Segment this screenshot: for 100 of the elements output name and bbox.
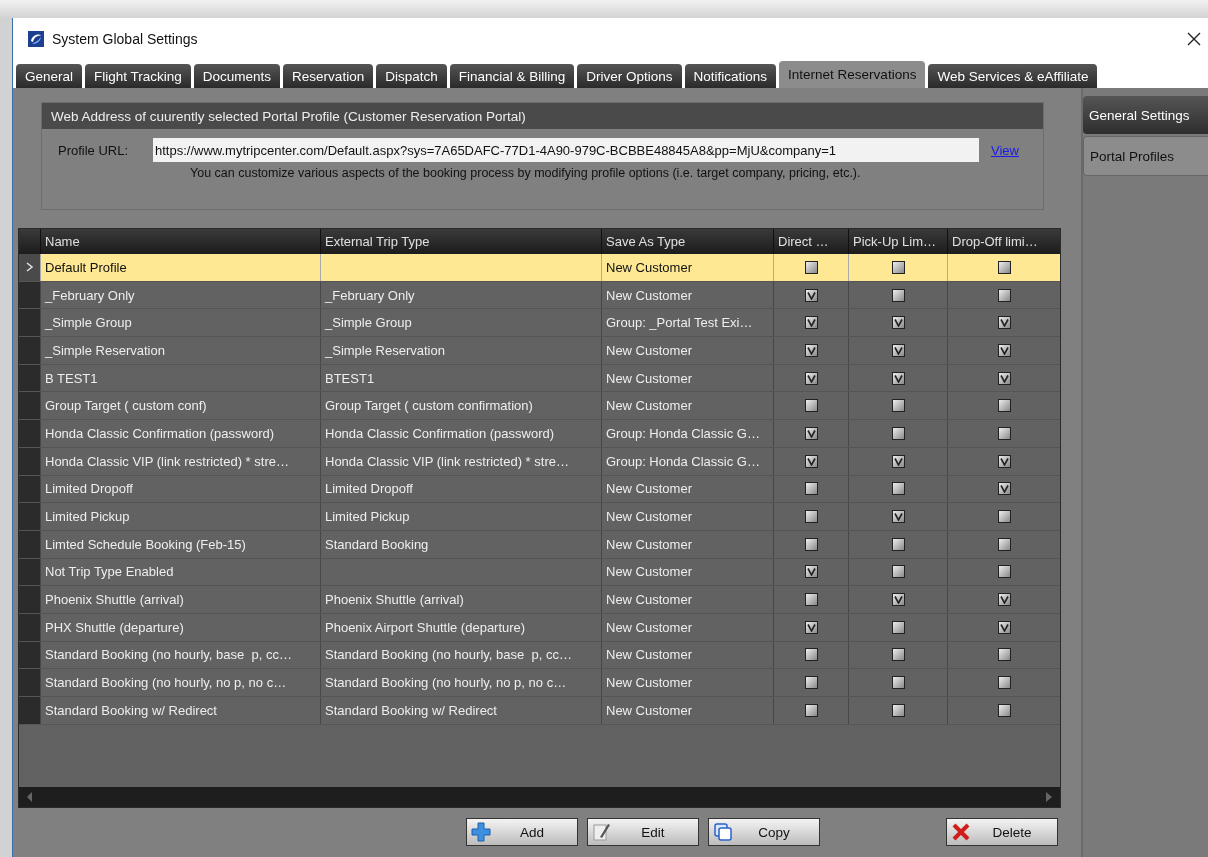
name-cell: _Simple Group (45, 315, 132, 331)
tab[interactable]: Web Services & eAffiliate (928, 64, 1098, 88)
checkbox[interactable] (891, 510, 905, 524)
scroll-left-icon[interactable] (27, 792, 33, 802)
checkbox[interactable] (997, 426, 1011, 440)
checkbox[interactable] (997, 703, 1011, 717)
copy-button[interactable]: Copy (708, 818, 820, 846)
table-row[interactable]: Standard Booking (no hourly, base p, cc… Standard Booking (no hourly, base p, cc… New Customer (19, 641, 1060, 670)
checkbox[interactable] (997, 510, 1011, 524)
checkbox[interactable] (891, 371, 905, 385)
checkbox[interactable] (891, 482, 905, 496)
checkbox[interactable] (804, 343, 818, 357)
checkbox[interactable] (997, 620, 1011, 634)
checkbox[interactable] (804, 648, 818, 662)
checkbox[interactable] (891, 593, 905, 607)
checkbox[interactable] (997, 343, 1011, 357)
table-row[interactable]: Phoenix Shuttle (arrival) Phoenix Shuttle (arrival) New Customer (19, 586, 1060, 614)
checkbox[interactable] (891, 288, 905, 302)
table-row[interactable]: Not Trip Type Enabled New Customer (19, 558, 1060, 587)
table-row[interactable]: _Simple Group _Simple Group Group: _Portal Test Exi… (19, 309, 1060, 338)
url-field[interactable]: https://www.mytripcenter.com/Default.aspx?sys=7A65DAFC-77D1-4A90-979C-BCBBE48845A8&pp=MjU&company=1 (153, 138, 979, 162)
save-type-cell: New Customer (606, 675, 692, 691)
checkbox[interactable] (804, 316, 818, 330)
checkbox[interactable] (804, 676, 818, 690)
side-tab[interactable]: General Settings (1083, 96, 1208, 134)
checkbox[interactable] (804, 371, 818, 385)
scroll-right-icon[interactable] (1046, 792, 1052, 802)
checkbox[interactable] (997, 288, 1011, 302)
checkbox[interactable] (804, 703, 818, 717)
save-type-cell: New Customer (606, 647, 692, 663)
name-cell: Honda Classic Confirmation (password) (45, 425, 275, 441)
table-row[interactable]: Standard Booking (no hourly, no p, no c… Standard Booking (no hourly, no p, no c… New Customer (19, 669, 1060, 697)
tab[interactable]: Internet Reservations (779, 61, 926, 88)
checkbox[interactable] (891, 703, 905, 717)
checkbox[interactable] (891, 316, 905, 330)
save-type-cell: Group: Honda Classic G… (606, 453, 760, 469)
checkbox[interactable] (804, 620, 818, 634)
checkbox[interactable] (997, 399, 1011, 413)
table-row[interactable]: Group Target ( custom conf) Group Target ( custom confirmation) New Customer (19, 392, 1060, 421)
tab[interactable]: Financial & Billing (449, 64, 575, 88)
checkbox[interactable] (997, 676, 1011, 690)
checkbox[interactable] (891, 648, 905, 662)
checkbox[interactable] (891, 676, 905, 690)
horizontal-scrollbar[interactable] (19, 787, 1060, 807)
checkbox[interactable] (997, 565, 1011, 579)
checkbox[interactable] (804, 454, 818, 468)
table-row[interactable]: Default Profile New Customer (19, 254, 1060, 282)
tab[interactable]: Flight Tracking (85, 64, 191, 88)
tab[interactable]: General (16, 64, 83, 88)
delete-button[interactable]: Delete (946, 818, 1058, 846)
tab[interactable]: Documents (193, 64, 281, 88)
table-row[interactable]: Limited Pickup Limited Pickup New Customer (19, 503, 1060, 531)
trip-type-cell: Group Target ( custom confirmation) (325, 398, 533, 414)
checkbox[interactable] (804, 399, 818, 413)
table-row[interactable]: Honda Classic VIP (link restricted) * stre… Honda Classic VIP (link restricted) * stre… Group: Honda Classic G… (19, 447, 1060, 476)
checkbox[interactable] (891, 454, 905, 468)
checkbox[interactable] (891, 260, 905, 274)
tab[interactable]: Notifications (684, 64, 777, 88)
checkbox[interactable] (804, 426, 818, 440)
table-row[interactable]: B TEST1 BTEST1 New Customer (19, 364, 1060, 393)
checkbox[interactable] (891, 565, 905, 579)
table-row[interactable]: _Simple Reservation _Simple Reservation New Customer (19, 337, 1060, 365)
save-type-cell: New Customer (606, 564, 692, 580)
checkbox[interactable] (891, 343, 905, 357)
name-cell: Standard Booking w/ Redirect (45, 702, 217, 718)
checkbox[interactable] (997, 454, 1011, 468)
column-header[interactable]: Drop-Off limi… (948, 229, 1060, 254)
checkbox[interactable] (804, 288, 818, 302)
table-row[interactable]: _February Only _February Only New Customer (19, 281, 1060, 310)
edit-button[interactable]: Edit (587, 818, 699, 846)
checkbox[interactable] (891, 399, 905, 413)
checkbox[interactable] (804, 565, 818, 579)
save-type-cell: New Customer (606, 398, 692, 414)
checkbox[interactable] (891, 537, 905, 551)
checkbox[interactable] (997, 371, 1011, 385)
tab[interactable]: Dispatch (376, 64, 447, 88)
checkbox[interactable] (997, 260, 1011, 274)
checkbox[interactable] (804, 482, 818, 496)
table-row[interactable]: Limited Dropoff Limited Dropoff New Customer (19, 475, 1060, 504)
table-row[interactable]: Honda Classic Confirmation (password) Honda Classic Confirmation (password) Group: Honda Classic G… (19, 420, 1060, 448)
close-icon[interactable] (1187, 32, 1201, 46)
tab[interactable]: Reservation (283, 64, 374, 88)
side-tab[interactable]: Portal Profiles (1083, 136, 1208, 176)
checkbox[interactable] (891, 426, 905, 440)
table-row[interactable]: Limted Schedule Booking (Feb-15) Standard Booking New Customer (19, 530, 1060, 559)
checkbox[interactable] (804, 537, 818, 551)
checkbox[interactable] (997, 482, 1011, 496)
checkbox[interactable] (997, 537, 1011, 551)
app-icon (28, 31, 44, 47)
table-row[interactable]: PHX Shuttle (departure) Phoenix Airport Shuttle (departure) New Customer (19, 613, 1060, 642)
checkbox[interactable] (997, 648, 1011, 662)
checkbox[interactable] (804, 260, 818, 274)
add-button[interactable]: Add (466, 818, 578, 846)
checkbox[interactable] (804, 510, 818, 524)
tab[interactable]: Driver Options (577, 64, 682, 88)
checkbox[interactable] (891, 620, 905, 634)
checkbox[interactable] (997, 316, 1011, 330)
checkbox[interactable] (997, 593, 1011, 607)
table-row[interactable]: Standard Booking w/ Redirect Standard Booking w/ Redirect New Customer (19, 697, 1060, 725)
checkbox[interactable] (804, 593, 818, 607)
